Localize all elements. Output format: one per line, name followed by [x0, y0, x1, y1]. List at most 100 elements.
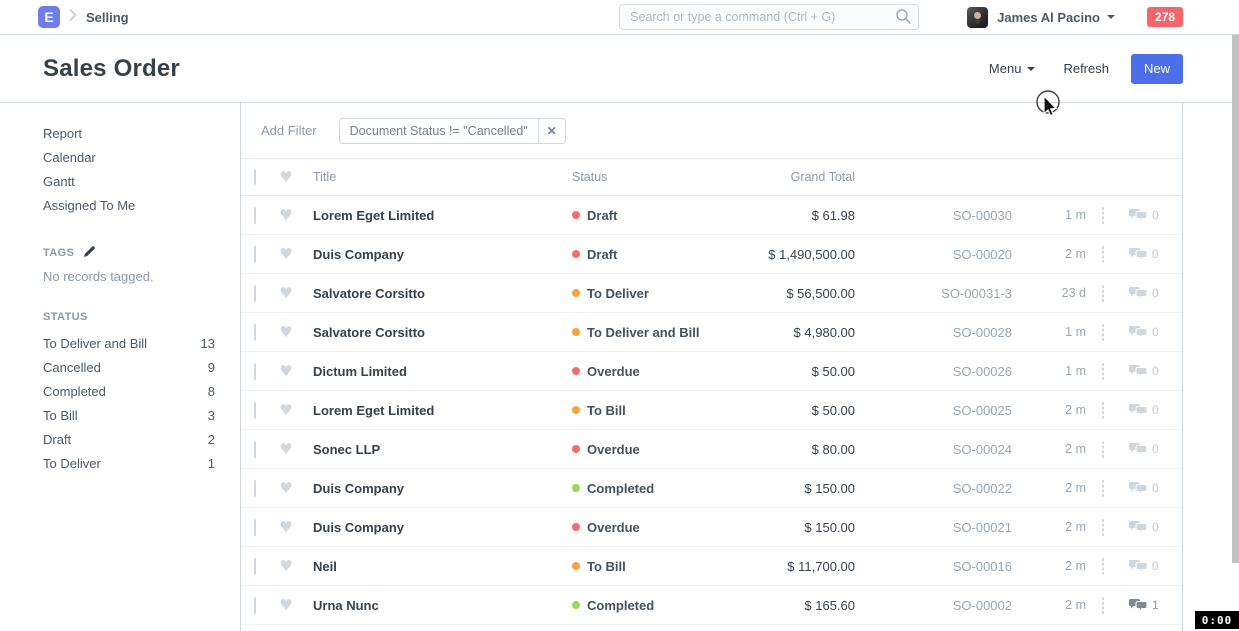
row-title[interactable]: Dictum Limited [313, 364, 572, 379]
search-input[interactable] [619, 4, 919, 30]
assign-placeholder[interactable] [1102, 285, 1104, 302]
status-dot [572, 406, 580, 414]
row-title[interactable]: Salvatore Corsitto [313, 325, 572, 340]
row-checkbox[interactable] [254, 363, 256, 380]
assign-placeholder[interactable] [1102, 363, 1104, 380]
refresh-button[interactable]: Refresh [1063, 61, 1109, 76]
row-grand-total: $ 1,490,500.00 [702, 247, 855, 262]
status-dot [572, 445, 580, 453]
row-status: Overdue [572, 442, 702, 457]
assign-placeholder[interactable] [1102, 519, 1104, 536]
add-filter-button[interactable]: Add Filter [261, 123, 317, 138]
heart-icon[interactable]: ♥ [279, 479, 292, 497]
row-checkbox[interactable] [254, 246, 256, 263]
sidebar-link[interactable]: Gantt [43, 170, 215, 194]
row-checkbox[interactable] [254, 558, 256, 575]
status-filter-label: To Deliver and Bill [43, 332, 147, 356]
active-filter-chip[interactable]: Document Status != "Cancelled" ✕ [339, 118, 566, 144]
row-title[interactable]: Lorem Eget Limited [313, 208, 572, 223]
heart-icon[interactable]: ♥ [279, 596, 292, 614]
sales-order-row[interactable]: ♥ Lorem Eget Limited Draft $ 61.98 SO-00… [241, 196, 1182, 235]
row-checkbox[interactable] [254, 207, 256, 224]
notifications-badge[interactable]: 278 [1147, 7, 1183, 27]
sidebar-link[interactable]: Calendar [43, 146, 215, 170]
heart-icon[interactable]: ♥ [279, 557, 292, 575]
row-checkbox[interactable] [254, 402, 256, 419]
sales-order-row[interactable]: ♥ Salvatore Corsitto To Deliver and Bill… [241, 313, 1182, 352]
user-menu[interactable]: James Al Pacino [967, 7, 1115, 28]
assign-placeholder[interactable] [1102, 402, 1104, 419]
comment-icon: 0 [1128, 403, 1159, 418]
status-filter-item[interactable]: To Deliver 1 [43, 452, 215, 476]
status-label: Completed [587, 481, 654, 496]
row-title[interactable]: Duis Company [313, 520, 572, 535]
sidebar-link[interactable]: Assigned To Me [43, 194, 215, 218]
sales-order-row[interactable]: ♥ Salvatore Corsitto To Deliver $ 56,500… [241, 274, 1182, 313]
row-status: Overdue [572, 520, 702, 535]
sales-order-row[interactable]: ♥ Urna Nunc Completed $ 165.60 SO-00002 … [241, 586, 1182, 625]
sales-order-row[interactable]: ♥ Neil To Bill $ 11,700.00 SO-00016 2 m [241, 547, 1182, 586]
row-title[interactable]: Sonec LLP [313, 442, 572, 457]
comment-count: 0 [1152, 325, 1159, 339]
scrollbar-thumb[interactable] [1232, 35, 1239, 563]
assign-placeholder[interactable] [1102, 207, 1104, 224]
app-logo[interactable]: E [38, 6, 60, 28]
heart-icon[interactable]: ♥ [279, 284, 292, 302]
comment-count: 0 [1152, 286, 1159, 300]
status-label: To Deliver and Bill [587, 325, 699, 340]
status-filter-item[interactable]: To Deliver and Bill 13 [43, 332, 215, 356]
row-checkbox[interactable] [254, 285, 256, 302]
sales-order-row[interactable]: ♥ Lorem Eget Limited To Bill $ 50.00 SO-… [241, 391, 1182, 430]
status-label: To Bill [587, 559, 626, 574]
sales-order-row[interactable]: ♥ Duis Company Overdue $ 150.00 SO-00021… [241, 508, 1182, 547]
heart-icon[interactable]: ♥ [279, 362, 292, 380]
status-filter-item[interactable]: Draft 2 [43, 428, 215, 452]
row-grand-total: $ 150.00 [702, 520, 855, 535]
assign-placeholder[interactable] [1102, 597, 1104, 614]
row-title[interactable]: Lorem Eget Limited [313, 403, 572, 418]
row-title[interactable]: Salvatore Corsitto [313, 286, 572, 301]
breadcrumb-selling[interactable]: Selling [86, 10, 129, 25]
row-checkbox[interactable] [254, 519, 256, 536]
sales-order-row[interactable]: ♥ Duis Company Completed $ 150.00 SO-000… [241, 469, 1182, 508]
status-dot [572, 601, 580, 609]
row-checkbox[interactable] [254, 324, 256, 341]
row-document-id: SO-00025 [855, 403, 1012, 418]
sidebar-link[interactable]: Report [43, 122, 215, 146]
heart-icon[interactable]: ♥ [279, 401, 292, 419]
sales-order-row[interactable]: ♥ Dictum Limited Overdue $ 50.00 SO-0002… [241, 352, 1182, 391]
sales-order-row[interactable]: ♥ Duis Company Draft $ 1,490,500.00 SO-0… [241, 235, 1182, 274]
row-checkbox[interactable] [254, 441, 256, 458]
assign-placeholder[interactable] [1102, 558, 1104, 575]
status-filter-item[interactable]: To Bill 3 [43, 404, 215, 428]
assign-placeholder[interactable] [1102, 246, 1104, 263]
status-filter-list: To Deliver and Bill 13 Cancelled 9 Compl… [43, 332, 215, 476]
assign-placeholder[interactable] [1102, 480, 1104, 497]
select-all-checkbox[interactable] [254, 169, 256, 185]
sales-order-row[interactable]: ♥ Sonec LLP Overdue $ 80.00 SO-00024 2 m [241, 430, 1182, 469]
status-filter-item[interactable]: Cancelled 9 [43, 356, 215, 380]
row-title[interactable]: Urna Nunc [313, 598, 572, 613]
new-button[interactable]: New [1131, 54, 1183, 84]
row-title[interactable]: Neil [313, 559, 572, 574]
row-grand-total: $ 50.00 [702, 364, 855, 379]
status-label: To Bill [587, 403, 626, 418]
heart-icon[interactable]: ♥ [279, 245, 292, 263]
remove-filter-icon[interactable]: ✕ [538, 119, 565, 143]
status-filter-item[interactable]: Completed 8 [43, 380, 215, 404]
heart-icon[interactable]: ♥ [279, 440, 292, 458]
menu-button[interactable]: Menu [989, 61, 1036, 76]
row-title[interactable]: Duis Company [313, 247, 572, 262]
heart-icon[interactable]: ♥ [279, 323, 292, 341]
heart-icon[interactable]: ♥ [279, 168, 292, 186]
row-checkbox[interactable] [254, 597, 256, 614]
row-checkbox[interactable] [254, 480, 256, 497]
edit-tags-icon[interactable] [83, 245, 96, 261]
row-title[interactable]: Duis Company [313, 481, 572, 496]
status-filter-count: 8 [208, 380, 215, 404]
row-status: To Bill [572, 559, 702, 574]
assign-placeholder[interactable] [1102, 441, 1104, 458]
heart-icon[interactable]: ♥ [279, 518, 292, 536]
heart-icon[interactable]: ♥ [279, 206, 292, 224]
assign-placeholder[interactable] [1102, 324, 1104, 341]
